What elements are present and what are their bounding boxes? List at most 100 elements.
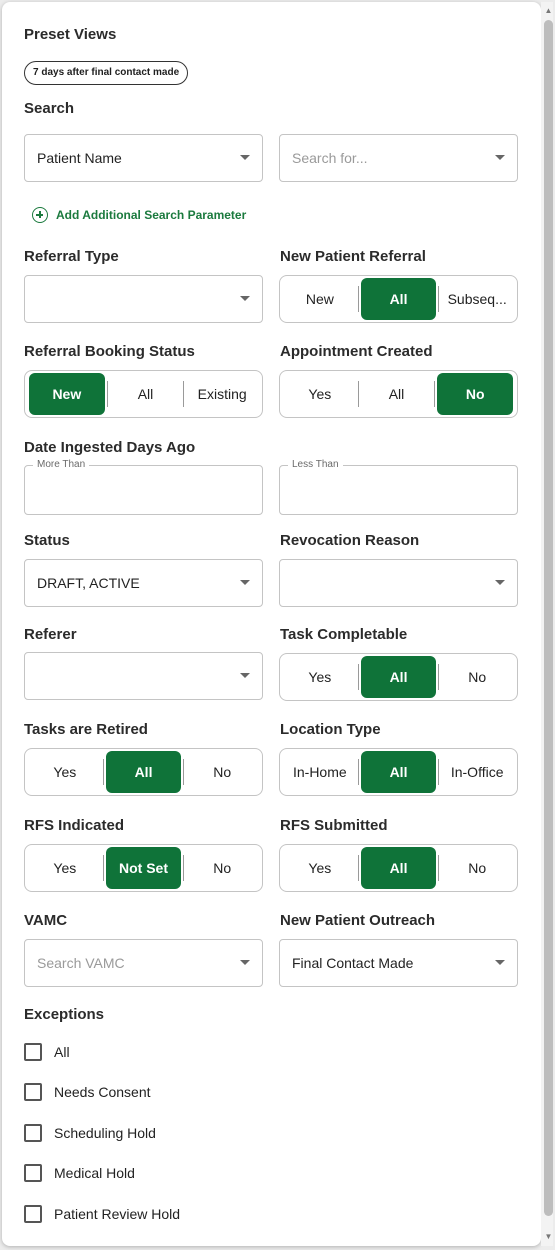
exceptions-title: Exceptions: [24, 1006, 105, 1023]
referer-title: Referer: [24, 626, 77, 643]
vamc-placeholder: Search VAMC: [37, 955, 125, 971]
toggle-option-new[interactable]: New: [282, 278, 358, 320]
toggle-option-yes[interactable]: Yes: [282, 373, 358, 415]
toggle-option-all[interactable]: All: [360, 847, 437, 889]
toggle-divider: [357, 855, 359, 881]
referral-type-select[interactable]: [24, 275, 263, 323]
referral-type-title: Referral Type: [24, 248, 119, 265]
exception-checkbox-all[interactable]: All: [24, 1043, 70, 1061]
checkbox-icon: [24, 1083, 42, 1101]
toggle-option-in-office[interactable]: In-Office: [439, 751, 515, 793]
more-than-label: More Than: [33, 459, 90, 470]
toggle-option-yes[interactable]: Yes: [282, 656, 358, 698]
search-title: Search: [24, 100, 75, 117]
filter-panel: Preset Views 7 days after final contact …: [2, 2, 541, 1246]
toggle-option-all[interactable]: All: [360, 278, 437, 320]
chevron-down-icon: [240, 296, 250, 301]
chevron-down-icon: [240, 580, 250, 585]
revocation-reason-select[interactable]: [279, 559, 518, 607]
exception-label: Medical Hold: [54, 1165, 135, 1181]
exception-checkbox-patient-review-hold[interactable]: Patient Review Hold: [24, 1205, 180, 1223]
status-value: DRAFT, ACTIVE: [37, 575, 140, 591]
scroll-down-arrow-icon[interactable]: ▼: [544, 1232, 553, 1242]
toggle-option-in-home[interactable]: In-Home: [282, 751, 358, 793]
exception-label: All: [54, 1044, 70, 1060]
exception-label: Scheduling Hold: [54, 1125, 156, 1141]
status-select[interactable]: DRAFT, ACTIVE: [24, 559, 263, 607]
toggle-option-no[interactable]: No: [184, 751, 260, 793]
search-for-placeholder: Search for...: [292, 150, 368, 166]
toggle-option-all[interactable]: All: [108, 373, 184, 415]
new-patient-outreach-select[interactable]: Final Contact Made: [279, 939, 518, 987]
appointment-created-title: Appointment Created: [280, 343, 433, 360]
new-patient-outreach-value: Final Contact Made: [292, 955, 414, 971]
toggle-option-subsequent[interactable]: Subseq...: [439, 278, 515, 320]
add-search-parameter-button[interactable]: Add Additional Search Parameter: [32, 207, 246, 223]
exception-label: Needs Consent: [54, 1084, 151, 1100]
exception-checkbox-needs-consent[interactable]: Needs Consent: [24, 1083, 151, 1101]
exception-checkbox-scheduling-hold[interactable]: Scheduling Hold: [24, 1124, 156, 1142]
referral-booking-status-title: Referral Booking Status: [24, 343, 195, 360]
checkbox-icon: [24, 1164, 42, 1182]
scroll-up-arrow-icon[interactable]: ▲: [544, 6, 553, 16]
toggle-option-all[interactable]: All: [359, 373, 435, 415]
new-patient-referral-title: New Patient Referral: [280, 248, 426, 265]
search-for-input[interactable]: Search for...: [279, 134, 518, 182]
toggle-divider: [102, 855, 104, 881]
rfs-indicated-toggle: Yes Not Set No: [24, 844, 263, 892]
new-patient-referral-toggle: New All Subseq...: [279, 275, 518, 323]
chevron-down-icon: [240, 673, 250, 678]
toggle-option-no[interactable]: No: [184, 847, 260, 889]
chevron-down-icon: [240, 960, 250, 965]
checkbox-icon: [24, 1205, 42, 1223]
toggle-option-new[interactable]: New: [29, 373, 105, 415]
toggle-option-all[interactable]: All: [105, 751, 182, 793]
vamc-title: VAMC: [24, 912, 68, 929]
toggle-option-existing[interactable]: Existing: [184, 373, 260, 415]
chevron-down-icon: [495, 580, 505, 585]
search-parameter-select[interactable]: Patient Name: [24, 134, 263, 182]
chevron-down-icon: [495, 960, 505, 965]
scrollbar-thumb[interactable]: [544, 20, 553, 1216]
status-title: Status: [24, 532, 70, 549]
chevron-down-icon: [495, 155, 505, 160]
toggle-divider: [357, 759, 359, 785]
referral-booking-status-toggle: New All Existing: [24, 370, 263, 418]
search-parameter-value: Patient Name: [37, 150, 122, 166]
revocation-reason-title: Revocation Reason: [280, 532, 420, 549]
toggle-option-no[interactable]: No: [439, 847, 515, 889]
toggle-divider: [357, 664, 359, 690]
toggle-option-all[interactable]: All: [360, 656, 437, 698]
toggle-option-no[interactable]: No: [437, 373, 514, 415]
add-search-parameter-label: Add Additional Search Parameter: [56, 208, 247, 222]
rfs-submitted-toggle: Yes All No: [279, 844, 518, 892]
toggle-option-not-set[interactable]: Not Set: [105, 847, 182, 889]
task-completable-title: Task Completable: [280, 626, 408, 643]
rfs-submitted-title: RFS Submitted: [280, 817, 388, 834]
date-ingested-title: Date Ingested Days Ago: [24, 439, 196, 456]
exception-label: Patient Review Hold: [54, 1206, 181, 1222]
rfs-indicated-title: RFS Indicated: [24, 817, 125, 834]
toggle-divider: [102, 759, 104, 785]
less-than-input[interactable]: Less Than: [279, 459, 518, 515]
tasks-retired-title: Tasks are Retired: [24, 721, 148, 738]
preset-view-chip[interactable]: 7 days after final contact made: [24, 61, 189, 85]
toggle-option-all[interactable]: All: [360, 751, 437, 793]
toggle-option-no[interactable]: No: [439, 656, 515, 698]
location-type-toggle: In-Home All In-Office: [279, 748, 518, 796]
toggle-option-yes[interactable]: Yes: [27, 751, 103, 793]
tasks-retired-toggle: Yes All No: [24, 748, 263, 796]
less-than-label: Less Than: [288, 459, 343, 470]
preset-views-title: Preset Views: [24, 26, 117, 43]
more-than-input[interactable]: More Than: [24, 459, 263, 515]
toggle-divider: [434, 381, 436, 407]
toggle-option-yes[interactable]: Yes: [27, 847, 103, 889]
checkbox-icon: [24, 1124, 42, 1142]
exception-checkbox-medical-hold[interactable]: Medical Hold: [24, 1164, 135, 1182]
toggle-option-yes[interactable]: Yes: [282, 847, 358, 889]
new-patient-outreach-title: New Patient Outreach: [280, 912, 436, 929]
vamc-search-select[interactable]: Search VAMC: [24, 939, 263, 987]
referer-select[interactable]: [24, 652, 263, 700]
appointment-created-toggle: Yes All No: [279, 370, 518, 418]
task-completable-toggle: Yes All No: [279, 653, 518, 701]
